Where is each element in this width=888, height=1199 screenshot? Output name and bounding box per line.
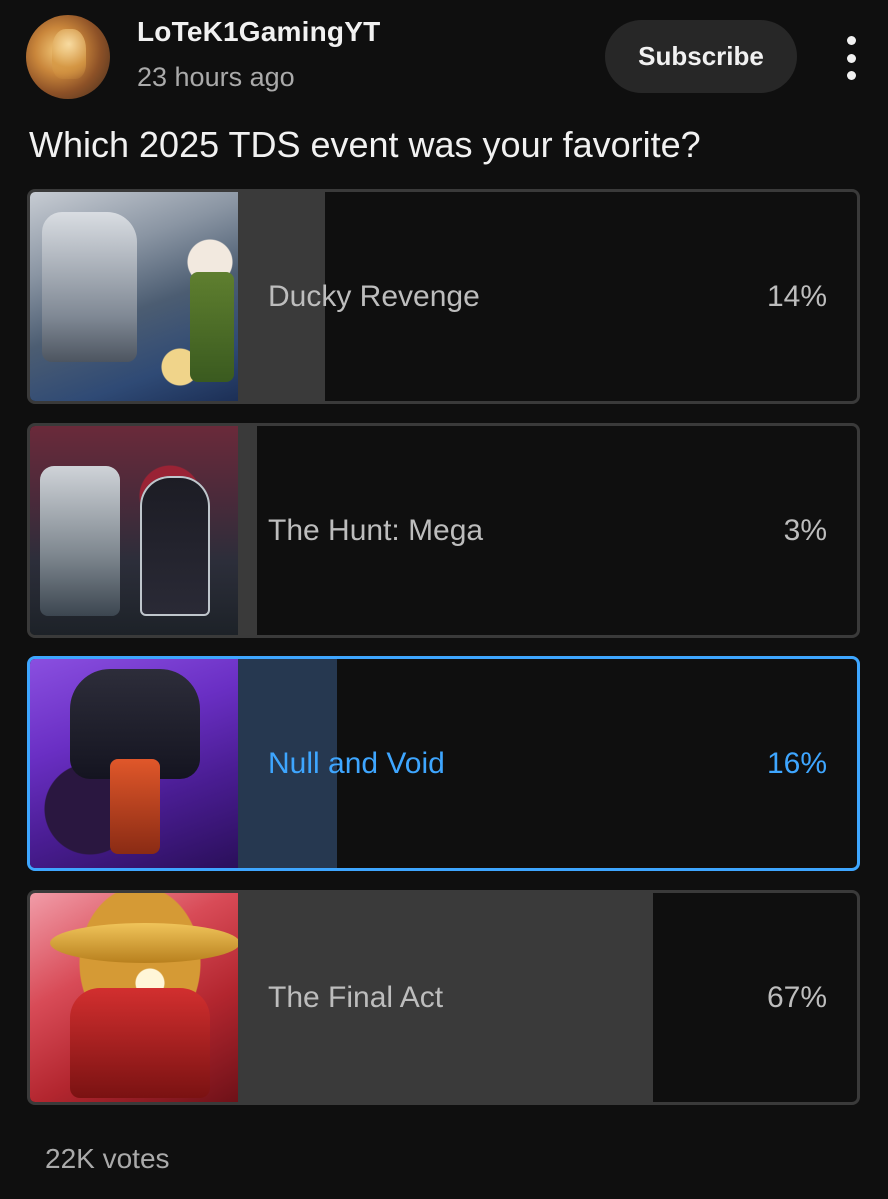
poll-option-label: The Hunt: Mega [268,513,484,547]
poll-option-percent: 3% [783,513,827,547]
post-timestamp: 23 hours ago [137,62,295,92]
vote-count: 22K votes [45,1143,170,1174]
more-dot [846,53,856,63]
channel-avatar[interactable] [26,15,110,99]
option-thumbnail [30,893,240,1102]
more-dot [846,36,856,45]
poll-option-label: The Final Act [268,980,444,1014]
post-header: LoTeK1GamingYT 23 hours ago Subscribe [0,0,888,110]
poll-question: Which 2025 TDS event was your favorite? [29,124,701,165]
poll-option-label: Null and Void [268,746,445,780]
poll-result-bar [238,426,257,635]
poll-option-the-hunt-mega[interactable]: The Hunt: Mega 3% [27,423,860,638]
channel-name[interactable]: LoTeK1GamingYT [137,16,380,48]
more-vertical-icon[interactable] [834,36,868,80]
poll-option-percent: 14% [766,279,827,313]
option-thumbnail [30,426,238,635]
poll-option-percent: 16% [766,746,827,780]
option-thumbnail [30,659,238,868]
poll-option-percent: 67% [766,980,827,1014]
subscribe-button[interactable]: Subscribe [605,20,797,93]
option-thumbnail [30,192,238,401]
poll-option-ducky-revenge[interactable]: Ducky Revenge 14% [27,189,860,404]
poll-option-label: Ducky Revenge [268,279,480,313]
poll-option-the-final-act[interactable]: The Final Act 67% [27,890,860,1105]
more-dot [846,71,856,80]
poll-option-null-and-void[interactable]: Null and Void 16% [27,656,860,871]
